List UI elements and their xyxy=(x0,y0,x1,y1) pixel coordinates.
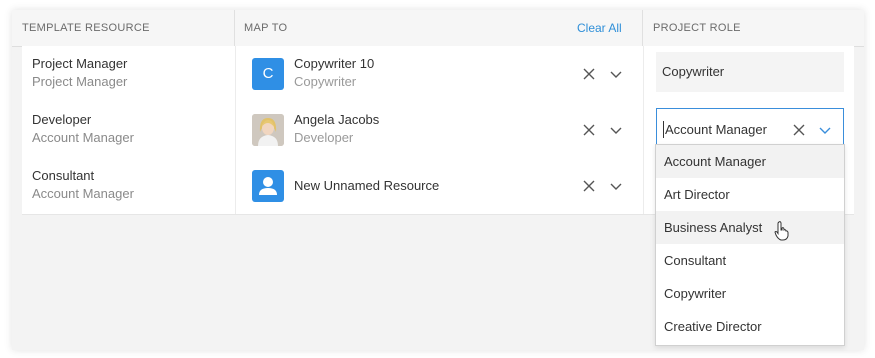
resource-name: Angela Jacobs xyxy=(294,112,380,127)
person-icon xyxy=(259,177,277,195)
column-divider xyxy=(642,10,643,46)
map-to-cell[interactable]: C Copywriter 10 Copywriter xyxy=(235,46,643,102)
project-role-value: Copywriter xyxy=(662,64,725,79)
clear-icon[interactable] xyxy=(581,122,597,138)
template-resource-role: Project Manager xyxy=(32,74,128,89)
template-resource-name: Developer xyxy=(32,112,92,127)
map-to-cell[interactable]: Angela Jacobs Developer xyxy=(235,102,643,158)
chevron-down-icon[interactable] xyxy=(608,178,624,194)
project-role-dropdown: Account Manager Art Director Business An… xyxy=(655,144,845,346)
project-role-field[interactable]: Copywriter xyxy=(656,52,844,92)
hand-cursor-icon xyxy=(774,221,789,241)
resource-name: New Unnamed Resource xyxy=(294,178,440,193)
dropdown-option[interactable]: Business Analyst xyxy=(656,211,844,244)
template-resource-cell: Developer Account Manager xyxy=(22,102,234,158)
table-header: TEMPLATE RESOURCE MAP TO PROJECT ROLE xyxy=(12,10,864,47)
clear-icon[interactable] xyxy=(581,178,597,194)
column-divider xyxy=(234,10,235,46)
template-resource-name: Project Manager xyxy=(32,56,128,71)
resource-role: Copywriter xyxy=(294,74,357,89)
template-resource-role: Account Manager xyxy=(32,130,134,145)
clear-all-link[interactable]: Clear All xyxy=(577,10,622,46)
dropdown-option[interactable]: Art Director xyxy=(656,178,844,211)
clear-icon[interactable] xyxy=(792,123,806,137)
column-header-template-resource: TEMPLATE RESOURCE xyxy=(22,22,150,34)
clear-icon[interactable] xyxy=(581,66,597,82)
person-photo-icon xyxy=(252,114,284,146)
column-header-map-to: MAP TO xyxy=(244,22,288,34)
template-resource-name: Consultant xyxy=(32,168,95,183)
template-resource-cell: Consultant Account Manager xyxy=(22,158,234,214)
resource-name: Copywriter 10 xyxy=(294,56,375,71)
dropdown-option[interactable]: Account Manager xyxy=(656,145,844,178)
column-header-project-role: PROJECT ROLE xyxy=(653,22,741,34)
resource-role: Developer xyxy=(294,130,354,145)
dropdown-option[interactable]: Copywriter xyxy=(656,277,844,310)
project-role-cell[interactable]: Copywriter xyxy=(643,46,855,102)
chevron-down-icon[interactable] xyxy=(608,122,624,138)
dropdown-option[interactable]: Creative Director xyxy=(656,310,844,343)
map-to-cell[interactable]: New Unnamed Resource xyxy=(235,158,643,214)
chevron-down-icon[interactable] xyxy=(818,123,832,137)
chevron-down-icon[interactable] xyxy=(608,66,624,82)
project-role-input[interactable]: Account Manager xyxy=(663,121,767,138)
avatar: C xyxy=(252,58,284,90)
avatar xyxy=(252,170,284,202)
dropdown-option[interactable]: Consultant xyxy=(656,244,844,277)
template-resource-role: Account Manager xyxy=(32,186,134,201)
template-resource-cell: Project Manager Project Manager xyxy=(22,46,234,102)
avatar xyxy=(252,114,284,146)
table-row: Project Manager Project Manager C Copywr… xyxy=(22,46,854,103)
